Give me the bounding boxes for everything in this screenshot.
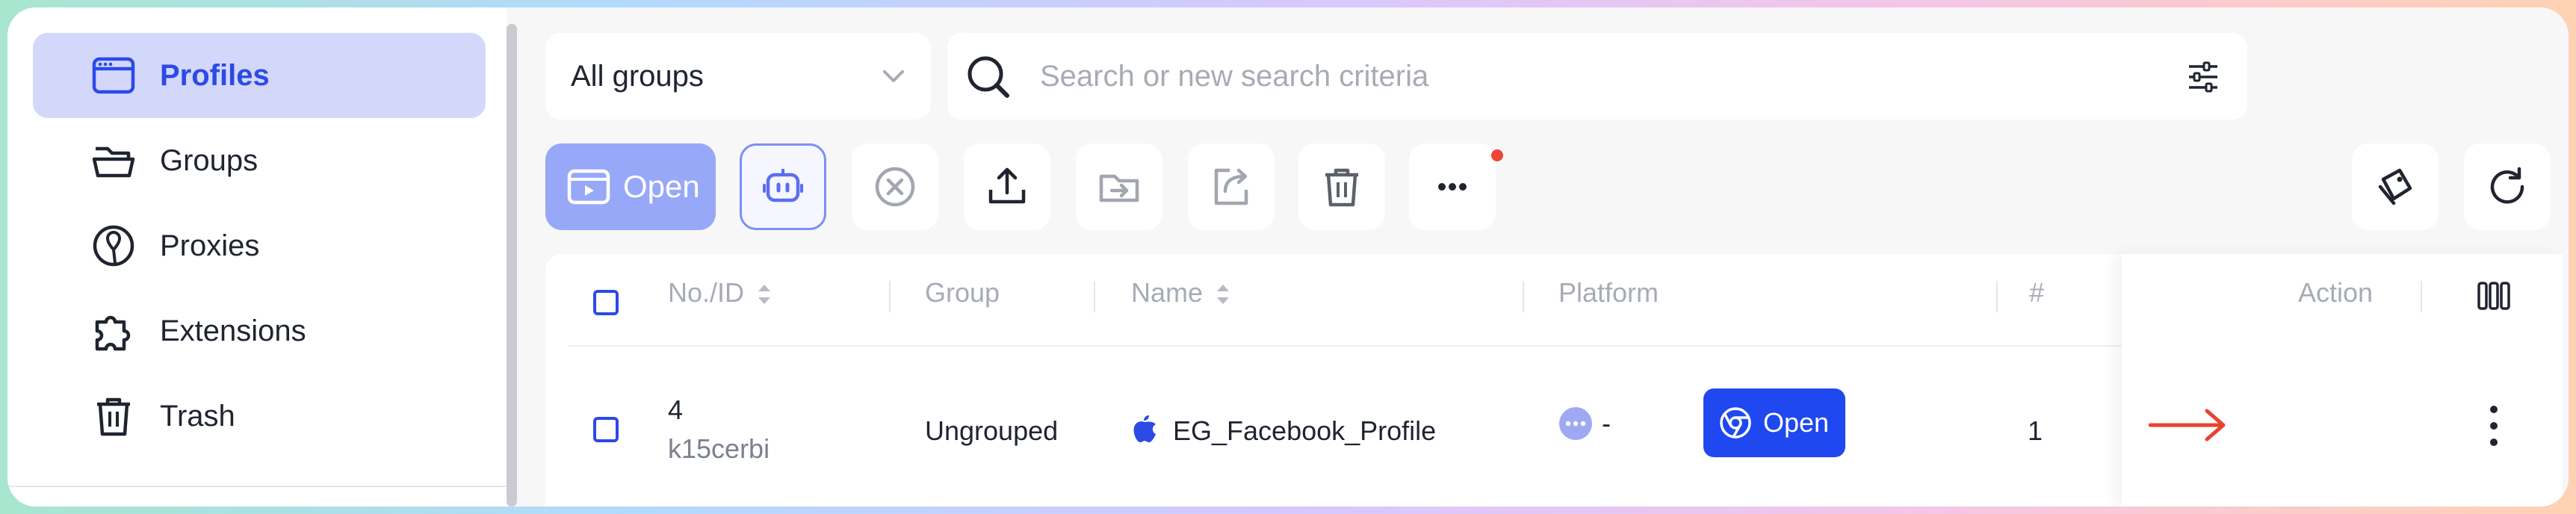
share-button[interactable] (1188, 143, 1275, 230)
sidebar-divider (7, 486, 507, 487)
platform-more-icon (1559, 407, 1592, 440)
column-separator (1996, 281, 1998, 312)
sidebar-item-proxies[interactable]: Proxies (33, 203, 486, 288)
row-checkbox[interactable] (593, 417, 619, 442)
folder-icon (92, 146, 135, 178)
column-header-count[interactable]: # (2029, 254, 2044, 332)
row-number: 4 (668, 394, 684, 425)
group-select[interactable]: All groups (545, 33, 931, 120)
column-separator (889, 281, 891, 312)
window-icon (92, 57, 135, 94)
sort-icon (758, 285, 771, 305)
column-header-id[interactable]: No./ID (668, 254, 773, 332)
column-header-group[interactable]: Group (925, 254, 1000, 332)
delete-button[interactable] (1298, 143, 1385, 230)
annotation-arrow-icon (2149, 409, 2226, 442)
sidebar-item-profiles[interactable]: Profiles (33, 33, 486, 118)
sidebar-item-label: Proxies (160, 229, 260, 262)
profiles-table: No./ID Group Name Platform # 4 k15cerbi … (545, 254, 2563, 507)
folder-arrow-icon (1099, 174, 1139, 202)
select-all-checkbox[interactable] (593, 290, 619, 315)
robot-icon (763, 169, 803, 202)
column-separator (1094, 281, 1095, 312)
row-count: 1 (2028, 415, 2043, 446)
more-actions-button[interactable] (1409, 143, 1496, 230)
location-pin-icon (93, 225, 134, 267)
browser-play-icon (567, 169, 610, 205)
sidebar-scrollbar[interactable] (507, 24, 517, 507)
column-header-name[interactable]: Name (1131, 254, 1231, 332)
puzzle-icon (95, 315, 131, 351)
action-column: Action (2122, 254, 2563, 507)
search-bar[interactable]: Search or new search criteria (947, 33, 2247, 120)
row-id: k15cerbi (668, 433, 770, 464)
upload-button[interactable] (964, 143, 1050, 230)
column-header-action: Action (2298, 277, 2374, 308)
filter-sliders-icon[interactable] (2186, 60, 2220, 94)
trash-icon (1325, 168, 1358, 207)
sort-icon (1217, 285, 1230, 305)
trash-icon (97, 397, 130, 436)
column-separator (2421, 281, 2422, 312)
sidebar-item-label: Groups (160, 144, 258, 177)
column-header-platform[interactable]: Platform (1558, 254, 1659, 332)
row-more-icon[interactable] (2485, 403, 2503, 448)
sidebar-item-groups[interactable]: Groups (33, 118, 486, 203)
more-dots-icon (1438, 183, 1467, 191)
open-profile-label: Open (1763, 407, 1830, 438)
apple-icon (1133, 415, 1156, 442)
refresh-button[interactable] (2464, 143, 2551, 230)
sidebar-item-label: Profiles (160, 59, 270, 92)
tag-icon (2378, 168, 2412, 205)
refresh-icon (2490, 167, 2524, 204)
row-group: Ungrouped (925, 415, 1059, 446)
upload-icon (988, 167, 1026, 204)
sidebar-item-trash[interactable]: Trash (33, 374, 486, 459)
columns-settings-icon[interactable] (2477, 281, 2510, 311)
notification-dot (1491, 149, 1503, 161)
chrome-icon (1720, 407, 1751, 439)
automation-button[interactable] (740, 143, 826, 230)
sidebar-item-label: Extensions (160, 315, 306, 347)
close-profiles-button[interactable] (852, 143, 938, 230)
row-platform: - (1602, 408, 1611, 439)
close-circle-icon (875, 167, 915, 207)
sidebar-item-extensions[interactable]: Extensions (33, 288, 486, 374)
chevron-down-icon (883, 70, 904, 82)
share-icon (1214, 168, 1248, 205)
search-input[interactable]: Search or new search criteria (1040, 33, 1428, 120)
column-separator (1523, 281, 1524, 312)
open-label: Open (623, 169, 700, 204)
group-select-value: All groups (571, 60, 704, 93)
tag-button[interactable] (2352, 143, 2439, 230)
row-profile-name[interactable]: EG_Facebook_Profile (1173, 415, 1436, 447)
move-to-group-button[interactable] (1076, 143, 1162, 230)
open-profile-button[interactable]: Open (1703, 388, 1845, 457)
sidebar: Profiles Groups Proxies Extensions Trash (7, 7, 507, 507)
app-window: Profiles Groups Proxies Extensions Trash… (7, 7, 2569, 507)
sidebar-item-label: Trash (160, 400, 235, 433)
open-profiles-button[interactable]: Open (545, 143, 716, 230)
search-icon (967, 56, 1009, 98)
